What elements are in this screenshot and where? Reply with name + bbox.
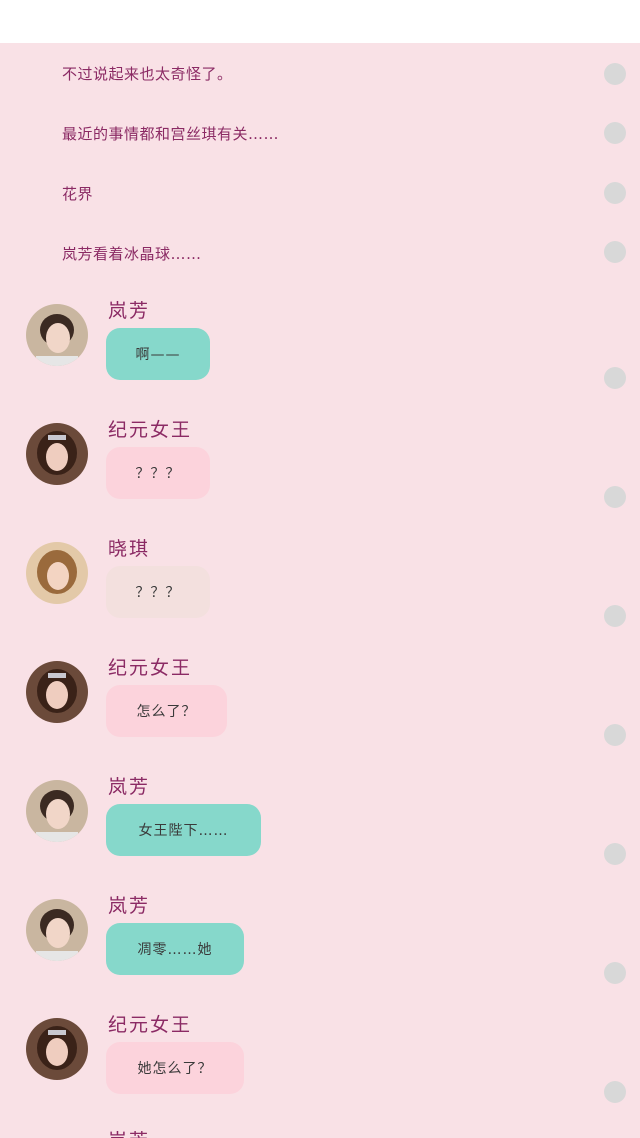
lanfang-avatar[interactable] bbox=[26, 304, 88, 366]
narration-line: 最近的事情都和宫丝琪有关…… bbox=[62, 125, 280, 143]
line-marker-dot[interactable] bbox=[604, 63, 626, 85]
line-marker-dot[interactable] bbox=[604, 182, 626, 204]
speaker-name: 晓琪 bbox=[108, 538, 151, 560]
speaker-name: 纪元女王 bbox=[108, 419, 193, 441]
line-marker-dot[interactable] bbox=[604, 486, 626, 508]
speaker-name: 岚芳 bbox=[108, 895, 151, 917]
lanfang-avatar[interactable] bbox=[26, 780, 88, 842]
line-marker-dot[interactable] bbox=[604, 1081, 626, 1103]
line-marker-dot[interactable] bbox=[604, 962, 626, 984]
message-bubble[interactable]: 啊—— bbox=[106, 328, 210, 380]
message-bubble[interactable]: 凋零……她 bbox=[106, 923, 244, 975]
message-bubble[interactable]: 怎么了？ bbox=[106, 685, 227, 737]
line-marker-dot[interactable] bbox=[604, 241, 626, 263]
narration-line: 岚芳看着冰晶球…… bbox=[62, 245, 202, 263]
message-bubble[interactable]: 她怎么了？ bbox=[106, 1042, 244, 1094]
narration-line: 不过说起来也太奇怪了。 bbox=[62, 65, 233, 83]
top-status-bar bbox=[0, 0, 640, 43]
message-bubble[interactable]: ？？？ bbox=[106, 566, 210, 618]
line-marker-dot[interactable] bbox=[604, 367, 626, 389]
speaker-name: 岚芳 bbox=[108, 1126, 150, 1138]
speaker-name: 岚芳 bbox=[108, 776, 151, 798]
line-marker-dot[interactable] bbox=[604, 605, 626, 627]
message-bubble[interactable]: 女王陛下…… bbox=[106, 804, 261, 856]
speaker-name: 纪元女王 bbox=[108, 657, 193, 679]
narration-line: 花界 bbox=[62, 185, 94, 203]
speaker-name: 纪元女王 bbox=[108, 1014, 193, 1036]
lanfang-avatar[interactable] bbox=[26, 899, 88, 961]
speaker-name: 岚芳 bbox=[108, 300, 151, 322]
line-marker-dot[interactable] bbox=[604, 724, 626, 746]
queen-avatar[interactable] bbox=[26, 423, 88, 485]
xiaoqi-avatar[interactable] bbox=[26, 542, 88, 604]
queen-avatar[interactable] bbox=[26, 661, 88, 723]
queen-avatar[interactable] bbox=[26, 1018, 88, 1080]
line-marker-dot[interactable] bbox=[604, 843, 626, 865]
line-marker-dot[interactable] bbox=[604, 122, 626, 144]
message-bubble[interactable]: ？？？ bbox=[106, 447, 210, 499]
